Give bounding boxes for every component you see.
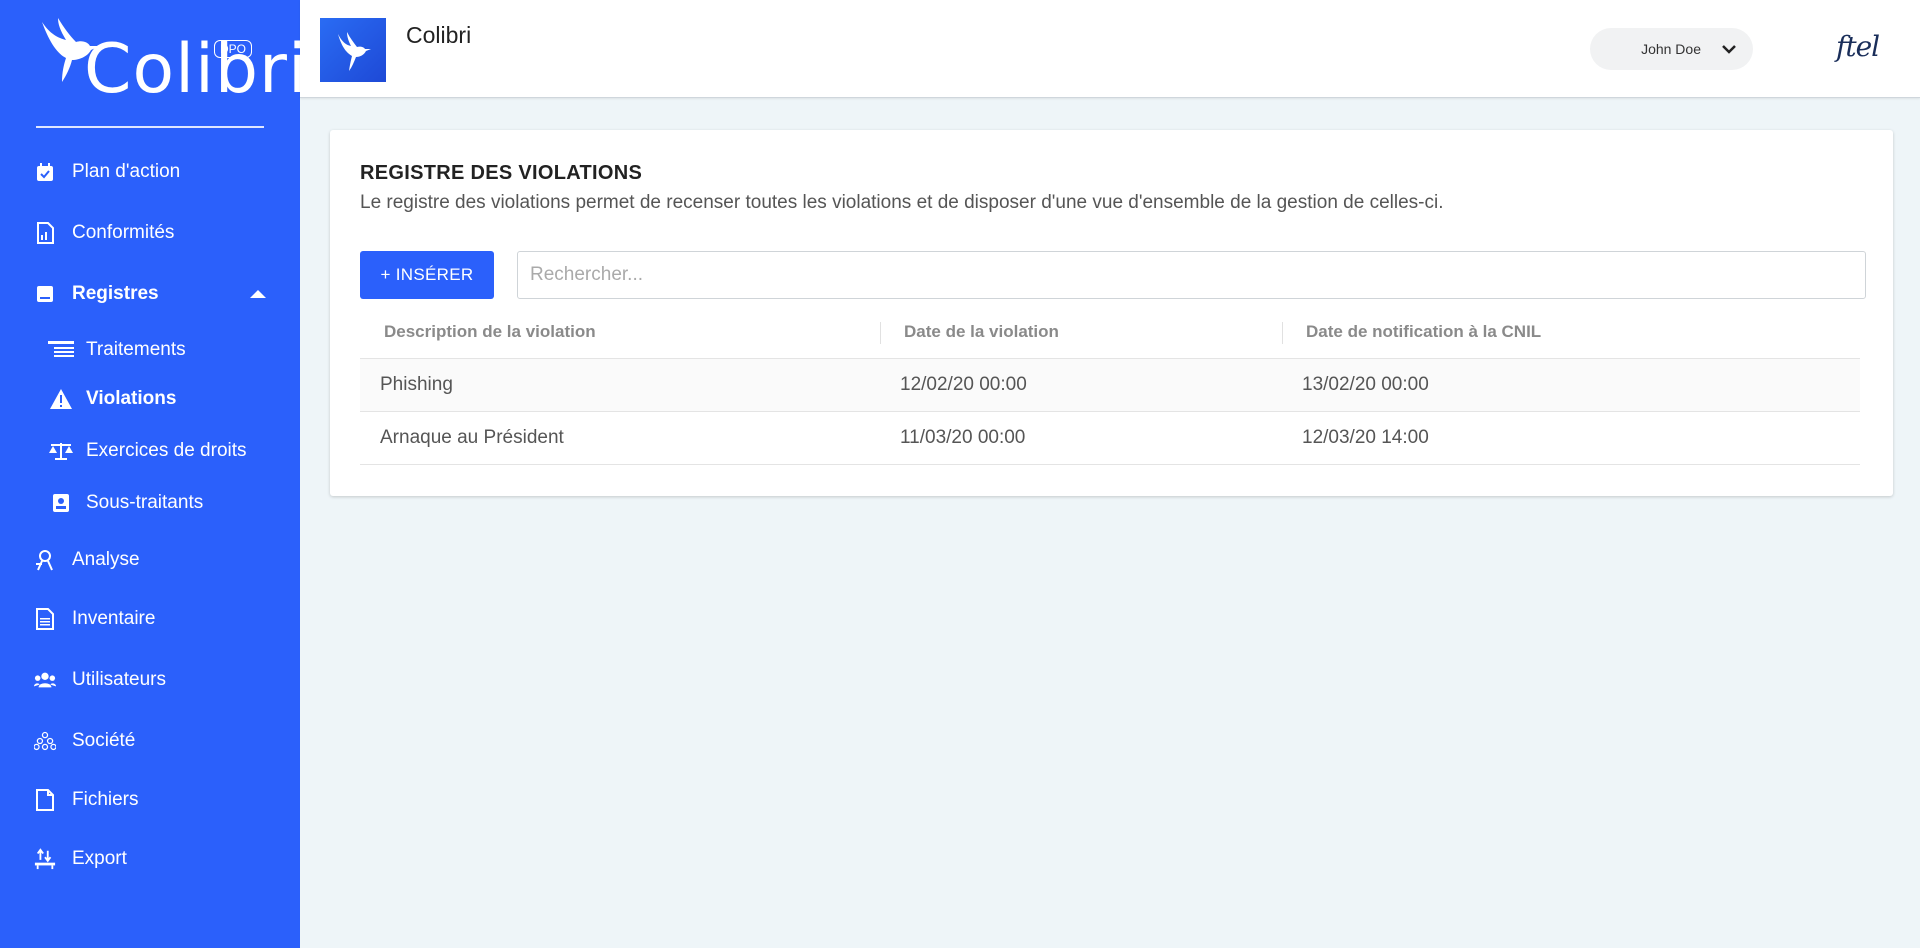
section-title: REGISTRE DES VIOLATIONS (360, 162, 643, 184)
users-icon (34, 669, 56, 691)
brand-divider (36, 126, 264, 128)
table-row[interactable]: Phishing 12/02/20 00:00 13/02/20 00:00 (360, 358, 1860, 412)
column-header-violation-date[interactable]: Date de la violation (880, 306, 1282, 359)
sidebar-item-label: Utilisateurs (72, 669, 166, 690)
search-input[interactable] (517, 251, 1866, 299)
sidebar-item-sous-traitants[interactable]: Sous-traitants (48, 488, 203, 518)
sidebar-item-label: Traitements (86, 339, 186, 360)
brand-logo[interactable]: Colibri DPO (36, 16, 307, 106)
sidebar-item-societe[interactable]: Société (34, 726, 135, 756)
violations-register-card: REGISTRE DES VIOLATIONS Le registre des … (330, 130, 1893, 496)
sidebar-item-label: Fichiers (72, 789, 139, 810)
sidebar-item-label: Société (72, 730, 136, 751)
list-icon (48, 339, 74, 361)
book-icon (34, 283, 56, 305)
contact-icon (48, 492, 74, 514)
sidebar-item-traitements[interactable]: Traitements (48, 335, 186, 365)
export-icon (34, 848, 56, 870)
sidebar-item-label: Conformités (72, 222, 175, 243)
cell-description: Arnaque au Président (360, 411, 880, 465)
sidebar-item-label: Violations (86, 388, 177, 409)
cell-notification-date: 12/03/20 14:00 (1282, 411, 1860, 465)
sidebar-item-utilisateurs[interactable]: Utilisateurs (34, 665, 166, 695)
sidebar-item-label: Inventaire (72, 608, 156, 629)
cell-violation-date: 11/03/20 00:00 (880, 411, 1282, 465)
cell-notification-date: 13/02/20 00:00 (1282, 358, 1860, 412)
warning-icon (48, 388, 74, 410)
sidebar-item-plan-action[interactable]: Plan d'action (34, 157, 180, 187)
user-name: John Doe (1641, 41, 1701, 57)
sidebar-item-fichiers[interactable]: Fichiers (34, 785, 139, 815)
cell-description: Phishing (360, 358, 880, 412)
sidebar-item-conformites[interactable]: Conformités (34, 218, 174, 248)
sidebar-item-exercices-droits[interactable]: Exercices de droits (48, 436, 247, 466)
sidebar: Colibri DPO Plan d'action Conformités Re… (0, 0, 307, 948)
sidebar-item-inventaire[interactable]: Inventaire (34, 604, 155, 634)
section-description: Le registre des violations permet de rec… (360, 192, 1444, 213)
sidebar-item-label: Exercices de droits (86, 440, 247, 461)
sidebar-item-label: Analyse (72, 549, 140, 570)
hummingbird-icon (338, 32, 371, 71)
topbar: Colibri John Doe ftel (300, 0, 1920, 98)
file-icon (34, 789, 56, 811)
sidebar-item-violations[interactable]: Violations (48, 384, 176, 414)
balance-icon (48, 440, 74, 462)
insert-button[interactable]: + INSÉRER (360, 251, 494, 299)
column-header-notification-date[interactable]: Date de notification à la CNIL (1282, 306, 1860, 359)
column-header-description[interactable]: Description de la violation (360, 306, 880, 359)
page-title: Colibri (406, 22, 472, 48)
sidebar-item-export[interactable]: Export (34, 844, 127, 874)
sidebar-item-label: Plan d'action (72, 161, 181, 182)
app-logo[interactable] (320, 18, 386, 82)
file-chart-icon (34, 222, 56, 244)
calendar-check-icon (34, 161, 56, 183)
table-header-row: Description de la violation Date de la v… (360, 306, 1860, 359)
sidebar-item-registres[interactable]: Registres (34, 279, 159, 309)
violations-table: Description de la violation Date de la v… (360, 306, 1860, 465)
sidebar-item-label: Registres (72, 283, 159, 304)
chevron-up-icon[interactable] (250, 290, 266, 298)
chart-person-icon (34, 549, 56, 571)
brand-wordmark: Colibri (84, 30, 308, 109)
sidebar-item-label: Sous-traitants (86, 492, 204, 513)
sidebar-item-label: Export (72, 848, 127, 869)
chevron-down-icon (1722, 45, 1736, 54)
dpo-badge: DPO (214, 40, 253, 58)
user-menu-button[interactable]: John Doe (1590, 28, 1753, 70)
table-row[interactable]: Arnaque au Président 11/03/20 00:00 12/0… (360, 411, 1860, 465)
company-icon (34, 730, 56, 752)
cell-violation-date: 12/02/20 00:00 (880, 358, 1282, 412)
document-icon (34, 608, 56, 630)
partner-logo: ftel (1836, 30, 1880, 63)
sidebar-item-analyse[interactable]: Analyse (34, 545, 140, 575)
